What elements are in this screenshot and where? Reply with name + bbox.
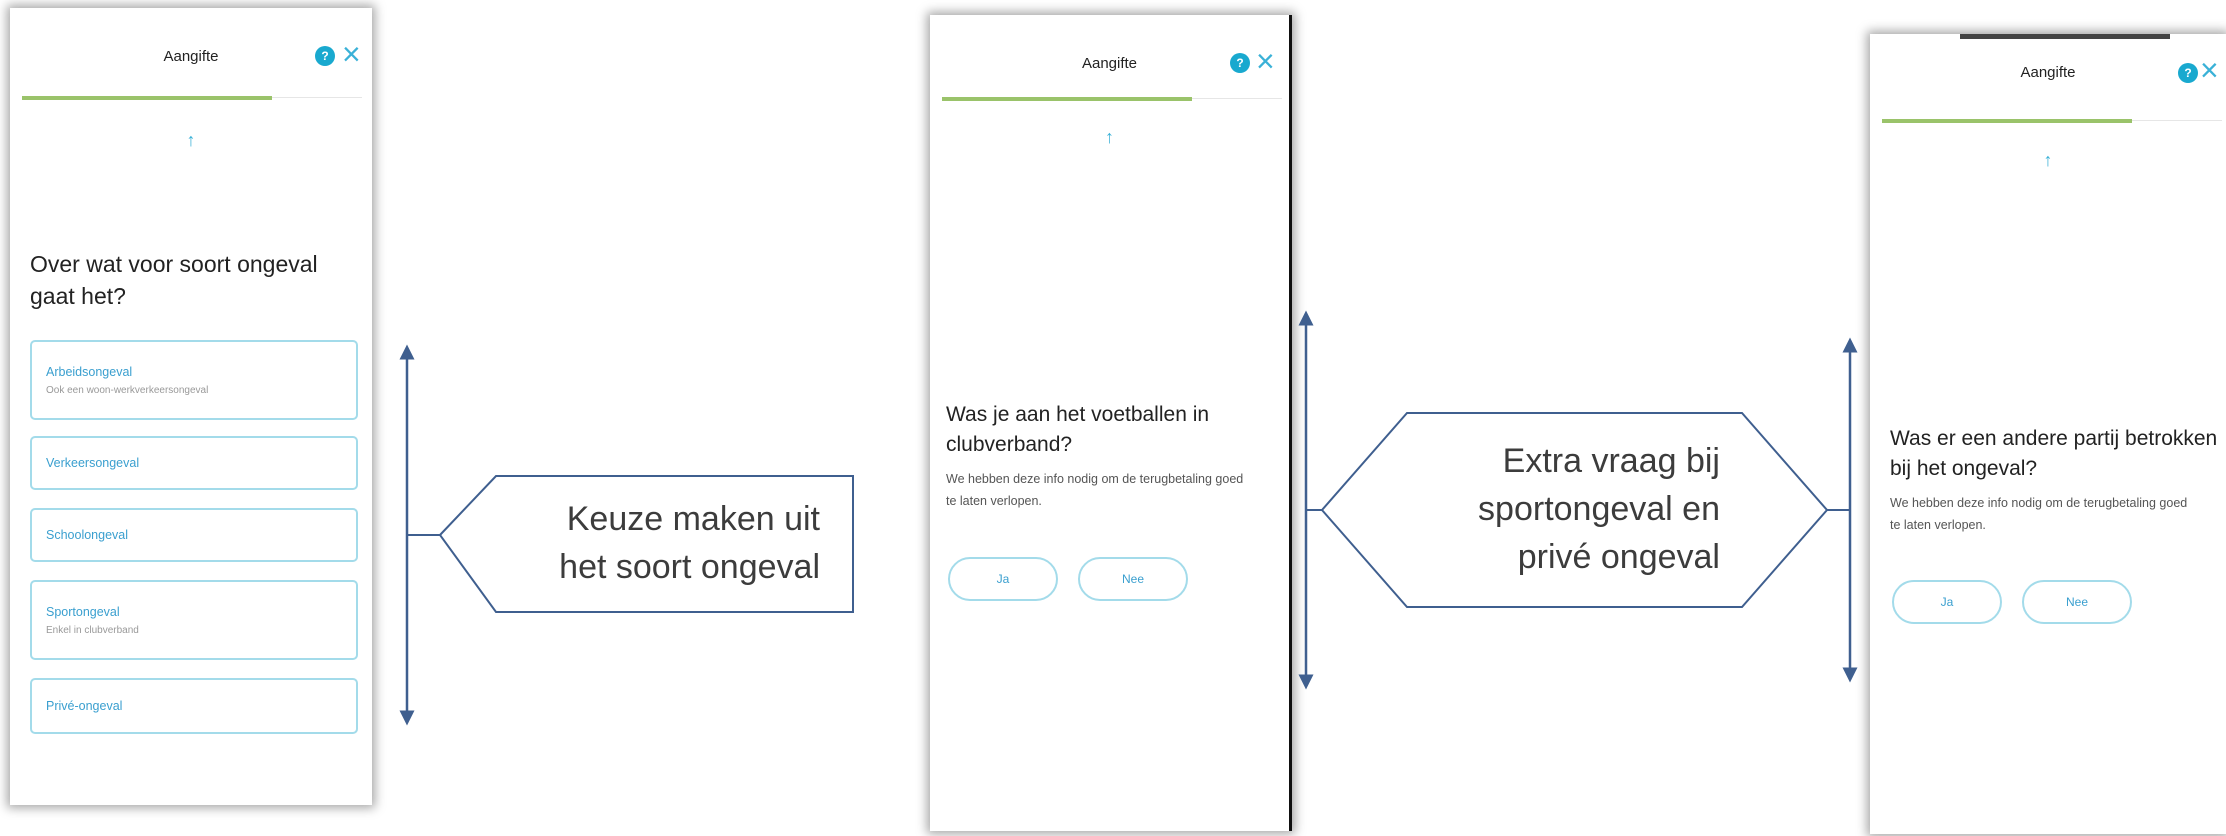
callout-text-extra-question: Extra vraag bij sportongeval en privé on… bbox=[1478, 442, 1720, 576]
annotation-overlay bbox=[399, 310, 1858, 726]
callout-text-accident-type: Keuze maken uit het soort ongeval bbox=[559, 500, 820, 586]
